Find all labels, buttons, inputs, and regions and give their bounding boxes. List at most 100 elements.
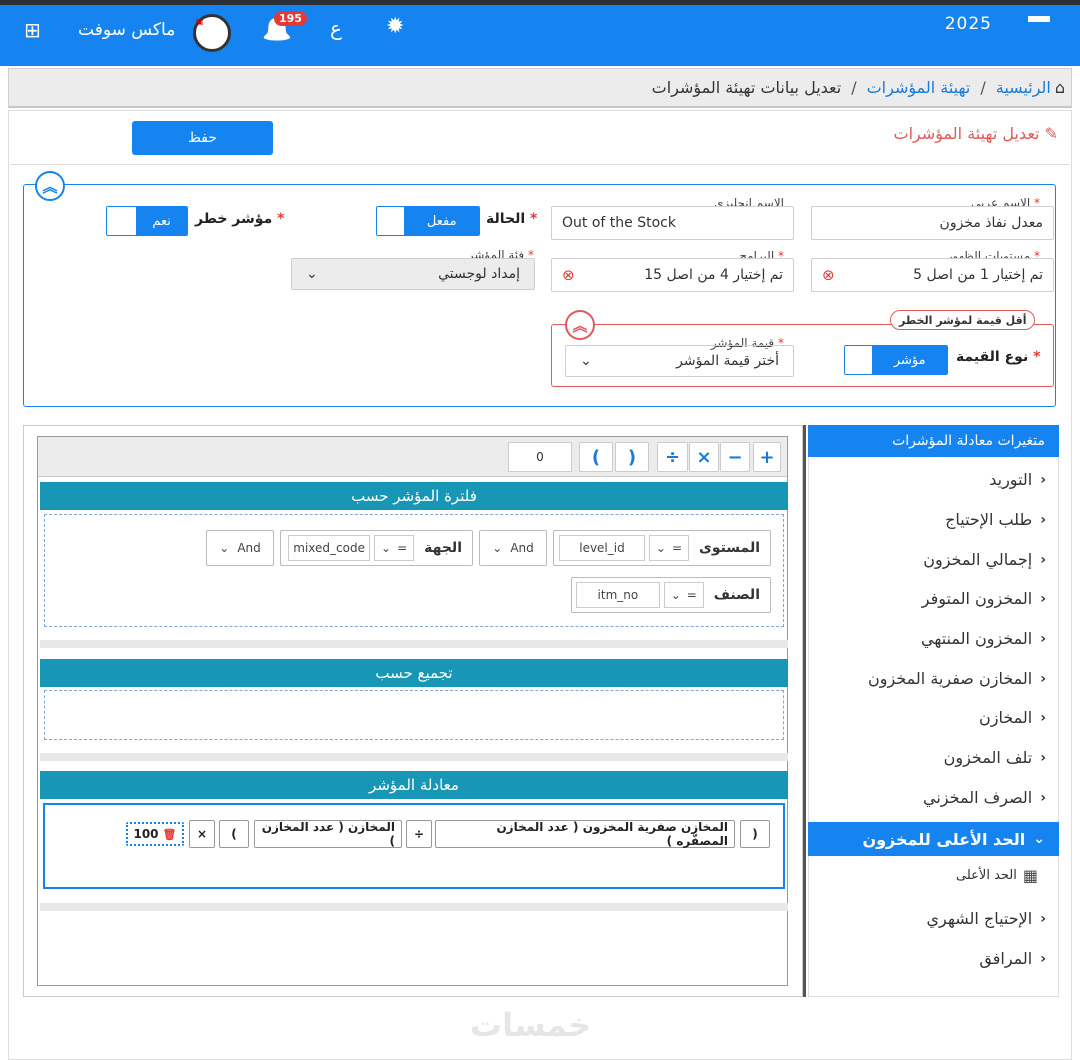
entity-condition[interactable]: الجهة ⌄ = mixed_code (280, 530, 473, 566)
sidebar-subitem-label: الحد الأعلى (956, 868, 1017, 883)
breadcrumb-parent-link[interactable]: تهيئة المؤشرات (867, 78, 971, 97)
chevron-left-icon: ‹ (1040, 511, 1046, 528)
equation-token-multiply[interactable]: × (189, 820, 215, 848)
minus-operator-button[interactable]: − (720, 442, 750, 472)
level-condition[interactable]: المستوى ⌄ = level_id (553, 530, 771, 566)
divider (10, 164, 1070, 165)
company-logo: ▣ (193, 14, 231, 52)
sidebar-item[interactable]: ‹ تلف المخزون (944, 748, 1046, 767)
risk-indicator-toggle[interactable]: نعم (106, 206, 188, 236)
breadcrumb-separator: / (851, 78, 857, 97)
equation-section-header: معادلة المؤشر (40, 771, 788, 799)
item-field[interactable]: itm_no (576, 582, 660, 608)
apps-grid-icon[interactable]: ⊞ (24, 18, 41, 42)
chevron-left-icon: ‹ (1040, 471, 1046, 488)
chevron-left-icon: ‹ (1040, 950, 1046, 967)
filter-section-header: فلترة المؤشر حسب (40, 482, 788, 510)
collapse-form-icon[interactable]: ︽ (35, 171, 65, 201)
multiply-operator-button[interactable]: × (689, 442, 719, 472)
programs-multiselect[interactable]: تم إختيار 4 من اصل 15 ⊗ (551, 258, 794, 292)
sidebar-item[interactable]: ‹ إجمالي المخزون (923, 550, 1046, 569)
sidebar-item[interactable]: ‹ طلب الإحتياج (945, 510, 1046, 529)
number-input[interactable]: 0 (508, 442, 572, 472)
arabic-name-field[interactable]: معدل نفاذ مخزون (811, 206, 1054, 240)
chevron-left-icon: ‹ (1040, 630, 1046, 647)
collapse-risk-icon[interactable]: ︽ (565, 310, 595, 340)
breadcrumb: ⌂ الرئيسية / تهيئة المؤشرات / تعديل بيان… (8, 68, 1072, 108)
level-field[interactable]: level_id (558, 535, 645, 561)
chevron-left-icon: ‹ (1040, 670, 1046, 687)
toggle-off-part (845, 346, 873, 374)
item-condition[interactable]: الصنف ⌄ = itm_no (571, 577, 771, 613)
divide-operator-button[interactable]: ÷ (657, 442, 688, 472)
and-connector-select[interactable]: ⌄ And (479, 530, 547, 566)
clear-icon[interactable]: ⊗ (562, 266, 575, 284)
sidebar-item-label: الصرف المخزني (923, 788, 1033, 807)
chevron-down-icon: ⌄ (381, 541, 392, 555)
indicator-value-placeholder: أختر قيمة المؤشر (676, 353, 779, 369)
watermark: خمسات (470, 1006, 592, 1044)
group-by-dropzone[interactable] (44, 690, 784, 740)
sidebar-item[interactable]: ‹ المخزون المتوفر (922, 589, 1046, 608)
close-paren-button[interactable]: ) (615, 442, 649, 472)
and-connector-select[interactable]: ⌄ And (206, 530, 274, 566)
horizontal-scrollbar[interactable] (40, 753, 788, 761)
sidebar-item-label: المرافق (979, 949, 1033, 968)
horizontal-scrollbar[interactable] (40, 903, 788, 911)
chevron-down-icon: ⌄ (1033, 831, 1045, 847)
plus-operator-button[interactable]: + (753, 442, 781, 472)
status-toggle-label: مفعل (404, 207, 479, 235)
equation-number-value: 100 (133, 827, 159, 841)
operator-select[interactable]: ⌄ = (663, 582, 704, 608)
sidebar-subitem-max[interactable]: ▦ الحد الأعلى (956, 866, 1038, 885)
operator-select[interactable]: ⌄ = (374, 535, 415, 561)
sidebar-item[interactable]: ‹ المرافق (979, 949, 1046, 968)
sidebar-item-label: المخزون المتوفر (921, 589, 1033, 608)
settings-gear-icon[interactable]: ✹ (386, 14, 404, 39)
equation-token-divide[interactable]: ÷ (406, 820, 432, 848)
indicator-value-select[interactable]: أختر قيمة المؤشر ⌄ (565, 345, 794, 377)
grid-icon: ▦ (1022, 866, 1038, 885)
visibility-levels-multiselect[interactable]: تم إختيار 1 من اصل 5 ⊗ (811, 258, 1054, 292)
status-toggle[interactable]: مفعل (376, 206, 480, 236)
edit-icon: ✎ (1044, 124, 1058, 143)
risk-indicator-label: * مؤشر خطر (195, 211, 285, 227)
horizontal-scrollbar[interactable] (40, 640, 788, 648)
sidebar-item[interactable]: ‹ التوريد (989, 470, 1046, 489)
equation-token-zero-stock-stores[interactable]: المخازن صفرية المخزون ( عدد المخازن المص… (435, 820, 735, 848)
level-condition-label: المستوى (698, 540, 760, 556)
sidebar-item[interactable]: ‹ المخازن صفرية المخزون (868, 669, 1046, 688)
group-by-section-header: تجميع حسب (40, 659, 788, 687)
category-select[interactable]: إمداد لوجستي ⌄ (291, 258, 535, 290)
risk-panel-legend: أقل قيمة لمؤشر الخطر (890, 310, 1036, 330)
equation-token-open-paren[interactable]: ( (740, 820, 770, 848)
home-icon[interactable]: ⌂ (1055, 78, 1065, 97)
operator-select[interactable]: ⌄ = (648, 535, 689, 561)
hamburger-menu-icon[interactable] (1028, 16, 1052, 38)
clear-icon[interactable]: ⊗ (822, 266, 835, 284)
value-type-toggle[interactable]: مؤشر (844, 345, 948, 375)
entity-field[interactable]: mixed_code (288, 535, 371, 561)
english-name-field[interactable]: Out of the Stock (551, 206, 794, 240)
save-button[interactable]: حفظ (132, 121, 273, 155)
item-condition-label: الصنف (713, 587, 760, 603)
sidebar-item-label: طلب الإحتياج (945, 510, 1033, 529)
open-paren-button[interactable]: ( (579, 442, 613, 472)
variables-panel-title: متغيرات معادلة المؤشرات (808, 425, 1059, 457)
sidebar-item-label: المخزون المنتهي (920, 629, 1033, 648)
equation-token-close-paren[interactable]: ) (219, 820, 249, 848)
toggle-off-part (107, 207, 137, 235)
value-type-label: * نوع القيمة (956, 349, 1041, 365)
breadcrumb-home-link[interactable]: الرئيسية (996, 78, 1051, 97)
sidebar-item[interactable]: ‹ المخزون المنتهي (921, 629, 1046, 648)
sidebar-item-label: الإحتياج الشهري (926, 909, 1033, 928)
equation-token-stores-count[interactable]: المخازن ( عدد المخازن ) (254, 820, 402, 848)
sidebar-item[interactable]: ‹ المخازن (979, 708, 1046, 727)
sidebar-item[interactable]: ‹ الإحتياج الشهري (926, 909, 1046, 928)
sidebar-item-max-stock[interactable]: ⌄ الحد الأعلى للمخزون (808, 822, 1059, 856)
delete-icon[interactable]: 🗑 (163, 828, 177, 841)
programs-value: تم إختيار 4 من اصل 15 (644, 267, 783, 283)
equation-token-number[interactable]: 🗑 100 (126, 822, 184, 846)
sidebar-item[interactable]: ‹ الصرف المخزني (923, 788, 1046, 807)
language-toggle[interactable]: ع (330, 16, 342, 40)
